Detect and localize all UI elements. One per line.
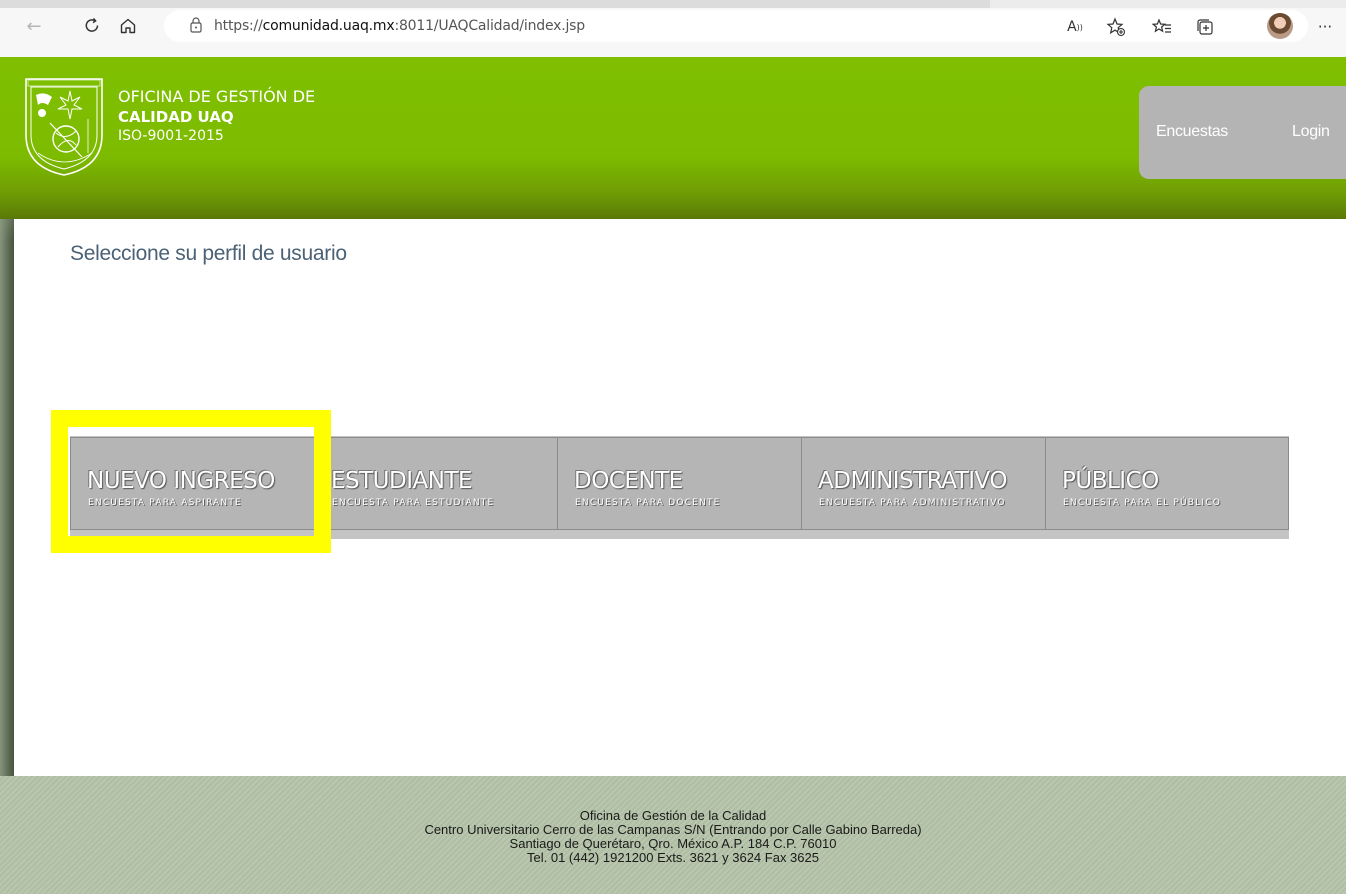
- read-aloud-icon[interactable]: A)): [1064, 16, 1086, 38]
- add-favorite-icon[interactable]: [1105, 16, 1127, 38]
- collections-icon[interactable]: [1194, 16, 1216, 38]
- profile-tile-estudiante[interactable]: ESTUDIANTE ENCUESTA PARA ESTUDIANTE: [314, 437, 558, 530]
- nav-link-login[interactable]: Login: [1292, 123, 1330, 141]
- panel-side-shadow: [0, 219, 14, 776]
- profile-title: PÚBLICO: [1062, 468, 1159, 494]
- profile-subtitle: ENCUESTA PARA DOCENTE: [575, 498, 721, 508]
- url-domain: comunidad.uaq.mx: [262, 18, 395, 34]
- profile-title: ESTUDIANTE: [331, 468, 473, 494]
- refresh-icon[interactable]: [80, 14, 104, 38]
- footer-city: Santiago de Querétaro, Qro. México A.P. …: [509, 836, 837, 851]
- org-title-line1: OFICINA DE GESTIÓN DE: [118, 87, 316, 106]
- footer-office: Oficina de Gestión de la Calidad: [579, 808, 767, 823]
- home-icon[interactable]: [116, 14, 140, 38]
- profile-tile-administrativo[interactable]: ADMINISTRATIVO ENCUESTA PARA ADMINISTRAT…: [801, 437, 1046, 530]
- top-nav: Encuestas Login: [1139, 86, 1346, 179]
- org-title-line2: CALIDAD UAQ: [118, 108, 234, 126]
- profile-subtitle: ENCUESTA PARA ADMINISTRATIVO: [819, 498, 1006, 508]
- url-text[interactable]: https://comunidad.uaq.mx:8011/UAQCalidad…: [214, 18, 585, 34]
- profile-title: ADMINISTRATIVO: [818, 468, 1007, 494]
- url-prefix: https://: [214, 18, 263, 34]
- uaq-shield-logo[interactable]: [22, 75, 106, 179]
- profile-title: DOCENTE: [574, 468, 683, 494]
- profile-avatar[interactable]: [1267, 13, 1293, 39]
- more-icon[interactable]: ···: [1314, 16, 1336, 38]
- profile-tile-docente[interactable]: DOCENTE ENCUESTA PARA DOCENTE: [557, 437, 802, 530]
- url-path: :8011/UAQCalidad/index.jsp: [394, 18, 585, 34]
- tab-edge: [1120, 0, 1346, 8]
- footer-address: Centro Universitario Cerro de las Campan…: [424, 822, 922, 837]
- org-certification: ISO-9001-2015: [118, 128, 224, 144]
- favorites-icon[interactable]: [1151, 16, 1173, 38]
- site-footer: Oficina de Gestión de la Calidad Centro …: [0, 776, 1346, 894]
- page-heading: Seleccione su perfil de usuario: [70, 242, 347, 265]
- nav-link-encuestas[interactable]: Encuestas: [1156, 123, 1228, 141]
- selection-highlight: [51, 410, 331, 553]
- back-icon[interactable]: ←: [22, 14, 46, 38]
- profile-tile-publico[interactable]: PÚBLICO ENCUESTA PARA EL PÚBLICO: [1045, 437, 1289, 530]
- profile-subtitle: ENCUESTA PARA ESTUDIANTE: [332, 498, 495, 508]
- footer-phone: Tel. 01 (442) 1921200 Exts. 3621 y 3624 …: [527, 850, 819, 865]
- profile-subtitle: ENCUESTA PARA EL PÚBLICO: [1063, 498, 1222, 508]
- tab-edge: [990, 0, 1120, 8]
- lock-icon[interactable]: [190, 16, 202, 34]
- site-header: OFICINA DE GESTIÓN DE CALIDAD UAQ ISO-90…: [0, 57, 1346, 219]
